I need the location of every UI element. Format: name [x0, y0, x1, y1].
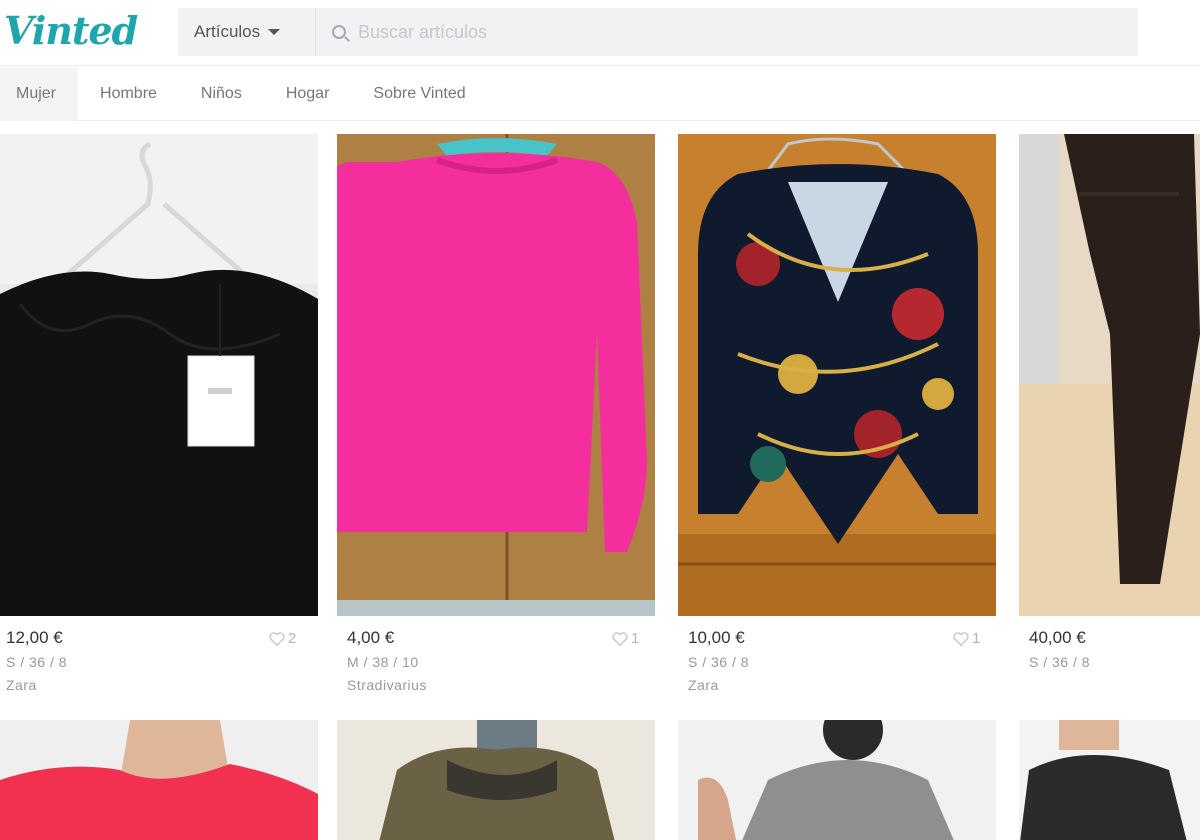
item-card[interactable]	[1019, 720, 1200, 840]
item-price: 10,00 €	[688, 628, 745, 647]
item-card[interactable]: 12,00 € S / 36 / 8 Zara 2	[0, 134, 318, 704]
category-select[interactable]: Artículos	[178, 8, 316, 56]
item-price: 40,00 €	[1029, 628, 1086, 647]
category-select-label: Artículos	[194, 22, 261, 41]
vinted-logo[interactable]: Vinted	[4, 8, 138, 53]
item-brand: Zara	[688, 677, 719, 693]
item-price: 12,00 €	[6, 628, 63, 647]
favourite-button[interactable]: 2	[268, 630, 296, 647]
item-photo-olive-jacket[interactable]	[337, 720, 655, 840]
item-photo-pink-sweater[interactable]	[337, 134, 655, 616]
item-card[interactable]: 10,00 € S / 36 / 8 Zara 1	[678, 134, 996, 704]
item-card[interactable]	[0, 720, 318, 840]
favourite-button[interactable]: 1	[611, 630, 639, 647]
item-size: M / 38 / 10	[347, 654, 419, 670]
favourite-button[interactable]: 1	[952, 630, 980, 647]
nav-item-ninos[interactable]: Niños	[201, 67, 242, 121]
item-card[interactable]	[678, 720, 996, 840]
heart-icon	[269, 631, 285, 646]
item-card[interactable]: 40,00 € S / 36 / 8	[1019, 134, 1200, 704]
search-icon	[332, 25, 346, 39]
item-photo-red-sweater[interactable]	[0, 720, 318, 840]
nav-item-sobre-vinted[interactable]: Sobre Vinted	[373, 67, 465, 121]
item-size: S / 36 / 8	[1029, 654, 1091, 670]
item-photo-black-lace-top[interactable]	[0, 134, 318, 616]
heart-icon	[953, 631, 969, 646]
item-photo-black-trousers[interactable]	[1019, 134, 1200, 616]
nav-item-hogar[interactable]: Hogar	[286, 67, 330, 121]
favourite-count: 2	[288, 630, 297, 647]
item-size: S / 36 / 8	[6, 654, 68, 670]
nav-item-hombre[interactable]: Hombre	[100, 67, 157, 121]
item-size: S / 36 / 8	[688, 654, 750, 670]
chevron-down-icon	[268, 29, 281, 35]
nav-item-mujer[interactable]: Mujer	[0, 66, 79, 121]
top-header: Vinted Artículos	[0, 0, 1200, 66]
search-bar[interactable]	[316, 8, 1138, 56]
item-price: 4,00 €	[347, 628, 395, 647]
item-card[interactable]	[337, 720, 655, 840]
heart-icon	[612, 631, 628, 646]
favourite-count: 1	[631, 630, 640, 647]
item-brand: Zara	[6, 677, 37, 693]
item-photo-print-bodysuit[interactable]	[678, 134, 996, 616]
item-photo-black-top[interactable]	[1019, 720, 1200, 840]
item-card[interactable]: 4,00 € M / 38 / 10 Stradivarius 1	[337, 134, 655, 704]
category-nav: Mujer Hombre Niños Hogar Sobre Vinted	[0, 66, 1200, 121]
item-photo-grey-blazer[interactable]	[678, 720, 996, 840]
item-brand: Stradivarius	[347, 677, 427, 693]
favourite-count: 1	[972, 630, 981, 647]
search-input[interactable]	[358, 21, 1058, 43]
